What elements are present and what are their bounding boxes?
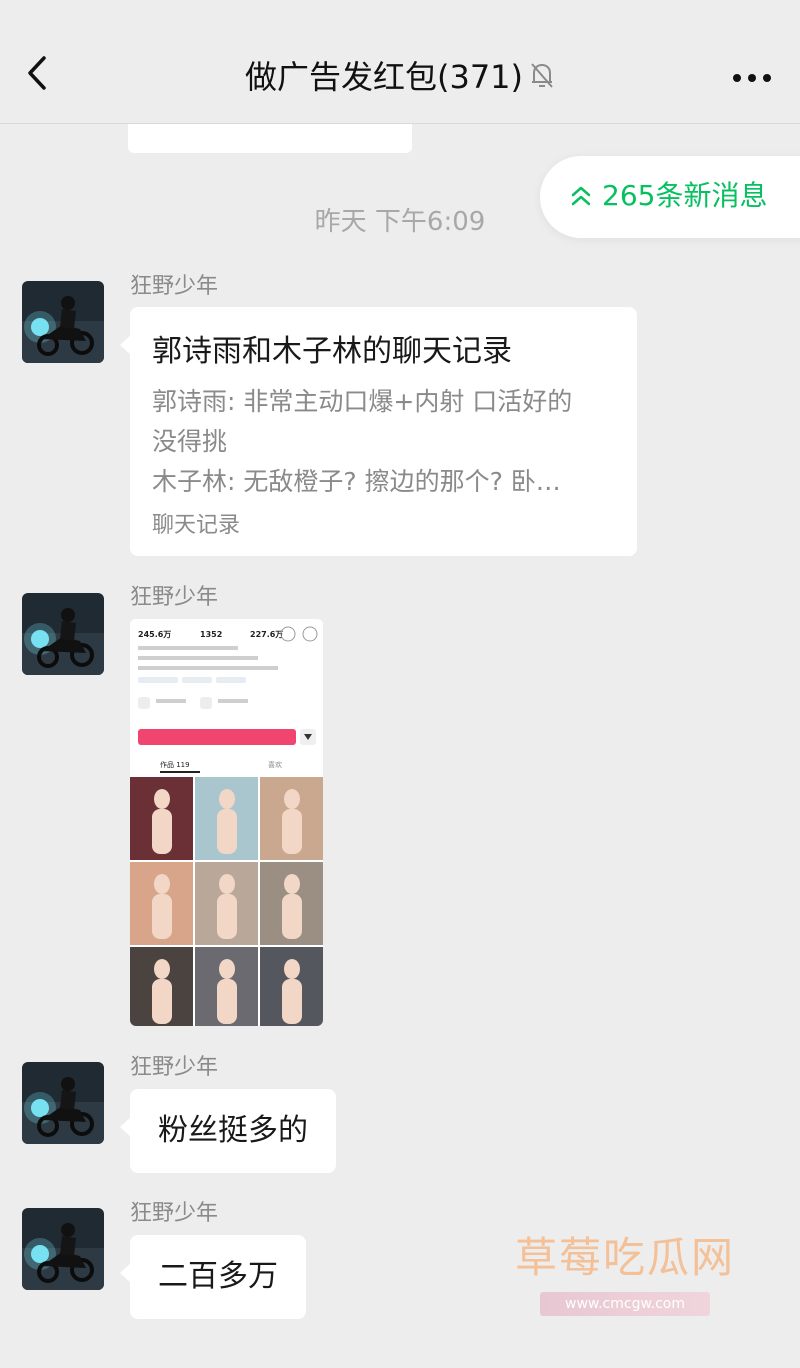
watermark-title: 草莓吃瓜网 bbox=[515, 1233, 736, 1282]
motorcycle-avatar-icon bbox=[22, 1062, 104, 1144]
chat-record-line: 郭诗雨: 非常主动口爆+内射 口活好的 bbox=[152, 387, 573, 416]
bubble-tail bbox=[120, 1263, 131, 1283]
sender-name: 狂野少年 bbox=[130, 1201, 219, 1226]
watermark-url: www.cmcgw.com bbox=[540, 1292, 710, 1316]
bubble-tail bbox=[120, 1117, 131, 1137]
more-button[interactable] bbox=[732, 68, 772, 88]
sender-name: 狂野少年 bbox=[130, 274, 219, 299]
avatar[interactable] bbox=[22, 593, 104, 675]
bubble-tail bbox=[120, 335, 131, 355]
stat-text: 227.6万 bbox=[250, 630, 283, 639]
message-text: 二百多万 bbox=[158, 1259, 278, 1294]
tab-label: 喜欢 bbox=[268, 760, 282, 769]
nav-bar: 做广告发红包(371) bbox=[0, 10, 800, 124]
image-message[interactable]: 245.6万 1352 227.6万 作品 119 喜欢 bbox=[130, 619, 323, 1026]
tab-label: 作品 119 bbox=[160, 760, 190, 769]
chat-title-row: 做广告发红包(371) bbox=[0, 54, 800, 102]
chat-record-footer: 聊天记录 bbox=[152, 513, 241, 538]
stat-text: 245.6万 bbox=[138, 630, 171, 639]
chat-record-line: 没得挑 bbox=[152, 427, 228, 456]
new-messages-button[interactable]: 265条新消息 bbox=[540, 156, 800, 238]
avatar[interactable] bbox=[22, 281, 104, 363]
text-message-bubble[interactable]: 二百多万 bbox=[120, 1235, 306, 1319]
avatar[interactable] bbox=[22, 1208, 104, 1290]
motorcycle-avatar-icon bbox=[22, 593, 104, 675]
chat-record-card[interactable]: 郭诗雨和木子林的聊天记录 郭诗雨: 非常主动口爆+内射 口活好的 没得挑 木子林… bbox=[120, 307, 637, 556]
watermark: 草莓吃瓜网 www.cmcgw.com bbox=[495, 1230, 750, 1335]
ellipsis-icon bbox=[733, 74, 771, 82]
avatar[interactable] bbox=[22, 1062, 104, 1144]
new-messages-label: 265条新消息 bbox=[602, 179, 768, 212]
double-chevron-up-icon bbox=[570, 184, 592, 212]
profile-screenshot-image: 245.6万 1352 227.6万 作品 119 喜欢 bbox=[130, 619, 323, 1026]
sender-name: 狂野少年 bbox=[130, 585, 219, 610]
motorcycle-avatar-icon bbox=[22, 281, 104, 363]
stat-text: 1352 bbox=[200, 630, 222, 639]
chat-record-line: 木子林: 无敌橙子? 擦边的那个? 卧… bbox=[152, 467, 561, 496]
bell-off-icon bbox=[529, 56, 555, 102]
sender-name: 狂野少年 bbox=[130, 1055, 219, 1080]
chat-record-title: 郭诗雨和木子林的聊天记录 bbox=[152, 334, 512, 369]
motorcycle-avatar-icon bbox=[22, 1208, 104, 1290]
message-text: 粉丝挺多的 bbox=[158, 1113, 308, 1148]
status-bar bbox=[0, 0, 800, 10]
text-message-bubble[interactable]: 粉丝挺多的 bbox=[120, 1089, 336, 1173]
chat-title: 做广告发红包(371) bbox=[244, 58, 524, 96]
